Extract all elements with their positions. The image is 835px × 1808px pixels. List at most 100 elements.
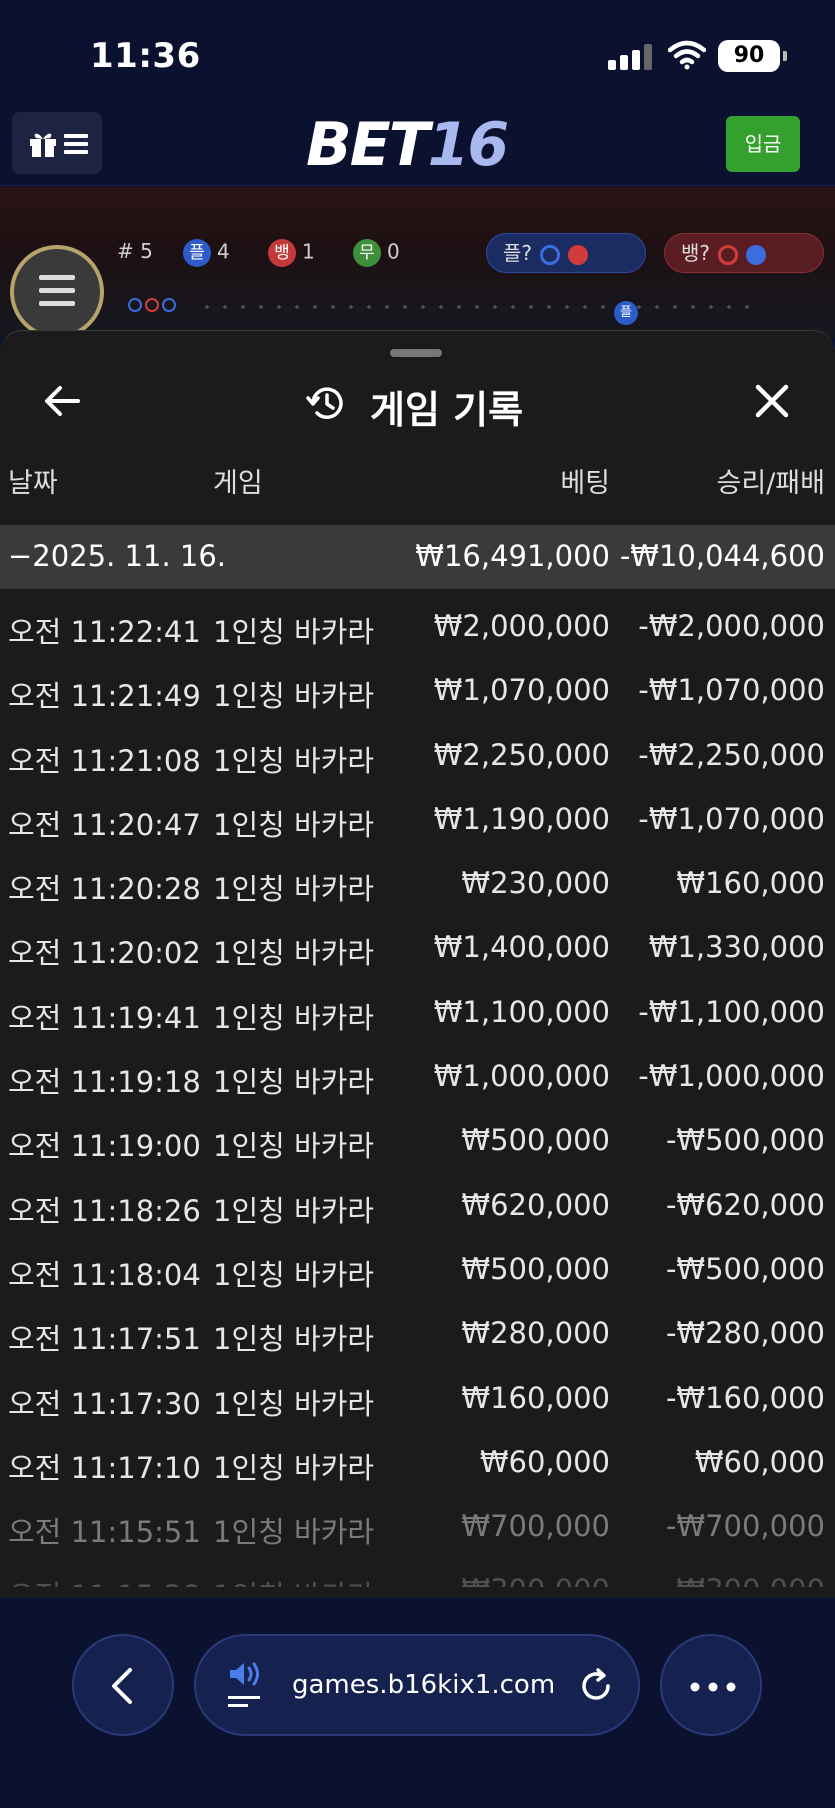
row-game: 1인칭 바카라 <box>213 615 375 649</box>
row-game: 1인칭 바카라 <box>213 936 375 971</box>
gift-icon <box>30 133 56 157</box>
row-bet: ₩160,000 <box>461 1380 610 1415</box>
browser-more-button[interactable] <box>660 1634 762 1736</box>
table-row[interactable]: 오전 11:20:47 1인칭 바카라 ₩1,190,000 -₩1,070,000 <box>0 786 835 850</box>
row-bet: ₩1,070,000 <box>433 673 610 708</box>
row-bet: ₩300,000 <box>461 1573 610 1587</box>
row-game: 1인칭 바카라 <box>213 1129 375 1164</box>
bead-road <box>128 297 179 313</box>
row-time: 오전 11:15:28 <box>8 1573 201 1587</box>
date-group-bet: ₩16,491,000 <box>415 539 610 573</box>
row-time: 오전 11:19:41 <box>8 1000 201 1035</box>
status-bar: 11:36 90 <box>0 0 835 110</box>
player-count-value: 4 <box>217 239 230 264</box>
player-predict-button[interactable]: 플? <box>486 233 646 273</box>
row-game: 1인칭 바카라 <box>213 1322 375 1357</box>
back-arrow-icon[interactable] <box>42 381 82 421</box>
row-win-loss: -₩1,100,000 <box>638 994 825 1029</box>
table-row[interactable]: 오전 11:20:28 1인칭 바카라 ₩230,000 ₩160,000 <box>0 850 835 914</box>
player-predict-label: 플? <box>503 241 533 265</box>
row-time: 오전 11:19:18 <box>8 1065 201 1100</box>
row-time: 오전 11:18:04 <box>8 1257 201 1292</box>
sheet-title: 게임 기록 <box>370 388 524 432</box>
row-win-loss: -₩2,250,000 <box>638 737 825 772</box>
game-strip: # 5 플4 뱅1 무0 플? 뱅? 플 <box>0 187 835 337</box>
row-bet: ₩1,400,000 <box>433 930 610 965</box>
gift-menu-button[interactable] <box>12 112 102 174</box>
table-row[interactable]: 오전 11:19:18 1인칭 바카라 ₩1,000,000 -₩1,000,000 <box>0 1043 835 1107</box>
table-header: 날짜 게임 베팅 승리/패배 <box>0 461 835 517</box>
reload-icon[interactable] <box>576 1666 616 1706</box>
table-row[interactable]: 오전 11:18:04 1인칭 바카라 ₩500,000 -₩500,000 <box>0 1236 835 1300</box>
row-game: 1인칭 바카라 <box>213 679 375 714</box>
tie-count-value: 0 <box>387 239 400 264</box>
page: 11:36 90 BET16 입금 # 5 플 4 뱅 1 무 0 플? 뱅? … <box>0 0 835 1808</box>
date-group-date: −2025. 11. 16. <box>8 539 226 573</box>
table-row[interactable]: 오전 11:21:49 1인칭 바카라 ₩1,070,000 -₩1,070,000 <box>0 657 835 721</box>
blue-dot-icon <box>746 244 767 265</box>
player-badge: 플 <box>183 239 211 267</box>
logo-text: BET <box>306 110 430 180</box>
date-group-win-loss: -₩10,044,600 <box>619 539 825 573</box>
row-game: 1인칭 바카라 <box>213 1193 375 1228</box>
row-game: 1인칭 바카라 <box>213 872 375 907</box>
browser-back-button[interactable] <box>72 1634 174 1736</box>
row-win-loss: -₩2,000,000 <box>638 609 825 643</box>
banker-predict-button[interactable]: 뱅? <box>664 233 824 273</box>
table-row[interactable]: 오전 11:18:26 1인칭 바카라 ₩620,000 -₩620,000 <box>0 1172 835 1236</box>
red-dot-icon <box>568 244 589 265</box>
row-game: 1인칭 바카라 <box>213 1257 375 1292</box>
row-time: 오전 11:20:47 <box>8 807 201 842</box>
more-icon <box>690 1682 736 1692</box>
game-history-sheet: 게임 기록 날짜 게임 베팅 승리/패배 −2025. 11. 16. ₩16,… <box>0 330 835 1600</box>
row-bet: ₩230,000 <box>461 866 610 901</box>
table-row[interactable]: 오전 11:17:10 1인칭 바카라 ₩60,000 ₩60,000 <box>0 1429 835 1493</box>
row-win-loss: -₩1,070,000 <box>638 801 825 836</box>
hamburger-icon <box>64 134 88 154</box>
cellular-signal-icon <box>608 44 654 70</box>
game-menu-button[interactable] <box>10 245 104 337</box>
date-group-row[interactable]: −2025. 11. 16. ₩16,491,000 -₩10,044,600 <box>0 525 835 589</box>
table-row[interactable]: 오전 11:15:28 1인칭 바카라 ₩300,000 -₩300,000 <box>0 1557 835 1587</box>
row-win-loss: -₩1,000,000 <box>638 1059 825 1094</box>
table-row[interactable]: 오전 11:22:41 1인칭 바카라 ₩2,000,000 -₩2,000,000 <box>0 593 835 657</box>
url-text: games.b16kix1.com <box>292 1670 556 1700</box>
row-win-loss: -₩700,000 <box>665 1509 825 1544</box>
history-icon <box>306 387 343 419</box>
row-game: 1인칭 바카라 <box>213 743 375 778</box>
speaker-icon[interactable] <box>226 1658 266 1714</box>
table-row[interactable]: 오전 11:17:30 1인칭 바카라 ₩160,000 -₩160,000 <box>0 1365 835 1429</box>
tie-count: 무0 <box>353 239 400 267</box>
row-win-loss: -₩500,000 <box>665 1123 825 1158</box>
close-icon[interactable] <box>752 381 792 421</box>
sheet-drag-handle[interactable] <box>390 349 442 357</box>
row-time: 오전 11:15:51 <box>8 1515 201 1550</box>
banker-predict-label: 뱅? <box>681 241 711 265</box>
table-row[interactable]: 오전 11:15:51 1인칭 바카라 ₩700,000 -₩700,000 <box>0 1493 835 1557</box>
row-time: 오전 11:20:28 <box>8 872 201 907</box>
logo-number: 16 <box>427 110 509 180</box>
row-game: 1인칭 바카라 <box>213 1000 375 1035</box>
row-time: 오전 11:17:10 <box>8 1450 201 1485</box>
table-row[interactable]: 오전 11:19:41 1인칭 바카라 ₩1,100,000 -₩1,100,000 <box>0 979 835 1043</box>
row-time: 오전 11:22:41 <box>8 615 201 649</box>
row-bet: ₩500,000 <box>461 1251 610 1286</box>
row-bet: ₩700,000 <box>461 1509 610 1544</box>
address-bar[interactable]: games.b16kix1.com <box>194 1634 640 1736</box>
table-row[interactable]: 오전 11:19:00 1인칭 바카라 ₩500,000 -₩500,000 <box>0 1107 835 1171</box>
row-game: 1인칭 바카라 <box>213 807 375 842</box>
row-game: 1인칭 바카라 <box>213 1573 374 1587</box>
deposit-button[interactable]: 입금 <box>726 116 800 172</box>
row-win-loss: -₩1,070,000 <box>638 673 825 708</box>
banker-count-value: 1 <box>302 239 315 264</box>
table-row[interactable]: 오전 11:17:51 1인칭 바카라 ₩280,000 -₩280,000 <box>0 1300 835 1364</box>
table-row[interactable]: 오전 11:21:08 1인칭 바카라 ₩2,250,000 -₩2,250,000 <box>0 722 835 786</box>
banker-count: 뱅1 <box>268 239 315 267</box>
battery-indicator: 90 <box>718 40 787 72</box>
browser-toolbar: games.b16kix1.com <box>0 1598 835 1808</box>
history-rows: 오전 11:22:41 1인칭 바카라 ₩2,000,000 -₩2,000,000 … <box>0 593 835 1587</box>
table-row[interactable]: 오전 11:20:02 1인칭 바카라 ₩1,400,000 ₩1,330,000 <box>0 914 835 978</box>
blue-ring-icon <box>540 244 561 265</box>
banker-badge: 뱅 <box>268 239 296 267</box>
row-win-loss: ₩160,000 <box>676 866 825 901</box>
